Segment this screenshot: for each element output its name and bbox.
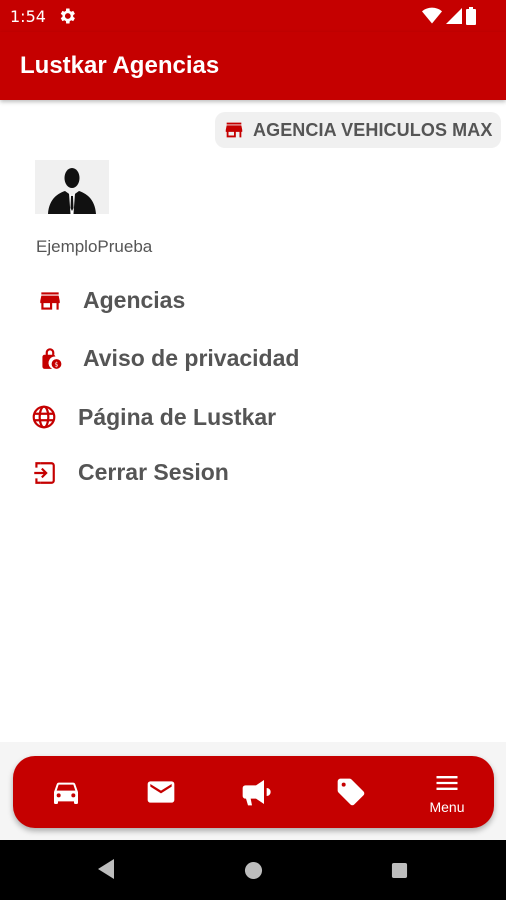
nav-announcements-button[interactable] xyxy=(221,756,291,828)
svg-text:$: $ xyxy=(54,361,58,369)
car-icon xyxy=(54,782,78,804)
status-bar: 1:54 xyxy=(0,0,506,32)
app-title: Lustkar Agencias xyxy=(20,52,220,79)
store-icon xyxy=(40,292,60,310)
store-icon xyxy=(225,122,243,138)
username: EjemploPrueba xyxy=(36,237,153,256)
menu-item-label: Agencias xyxy=(83,287,186,313)
avatar xyxy=(35,160,109,214)
globe-icon xyxy=(32,405,56,429)
menu-item-label: Página de Lustkar xyxy=(78,404,277,430)
battery-icon xyxy=(466,7,476,25)
status-time: 1:54 xyxy=(10,7,46,26)
menu-item-privacy[interactable]: $ Aviso de privacidad xyxy=(0,335,506,383)
home-icon[interactable] xyxy=(244,861,263,880)
menu-icon xyxy=(436,776,458,790)
menu-item-label: Aviso de privacidad xyxy=(83,345,300,371)
menu-item-logout[interactable]: Cerrar Sesion xyxy=(0,449,506,497)
mail-icon xyxy=(147,781,175,803)
nav-menu-button[interactable]: Menu xyxy=(412,756,482,828)
bottom-nav: Menu xyxy=(13,756,494,828)
recents-icon[interactable] xyxy=(391,862,408,879)
status-indicators xyxy=(422,7,476,25)
menu-item-lustkar-page[interactable]: Página de Lustkar xyxy=(0,393,506,441)
lock-privacy-icon: $ xyxy=(42,348,62,369)
nav-vehicles-button[interactable] xyxy=(31,756,101,828)
nav-mail-button[interactable] xyxy=(126,756,196,828)
wifi-icon xyxy=(422,7,442,24)
menu-item-agencias[interactable]: Agencias xyxy=(0,277,506,325)
menu-item-label: Cerrar Sesion xyxy=(78,459,229,485)
tag-icon xyxy=(337,778,365,806)
user-silhouette-icon xyxy=(35,160,109,214)
settings-gear-icon xyxy=(60,8,75,24)
logout-icon xyxy=(34,462,55,484)
nav-menu-label: Menu xyxy=(429,799,465,815)
back-icon[interactable] xyxy=(96,858,116,880)
signal-icon xyxy=(446,8,462,24)
agency-chip[interactable]: AGENCIA VEHICULOS MAX xyxy=(215,112,501,148)
megaphone-icon xyxy=(242,780,271,806)
agency-name: AGENCIA VEHICULOS MAX xyxy=(253,119,493,140)
system-nav-bar xyxy=(0,840,506,900)
nav-offers-button[interactable] xyxy=(316,756,386,828)
app-bar: Lustkar Agencias xyxy=(0,32,506,100)
